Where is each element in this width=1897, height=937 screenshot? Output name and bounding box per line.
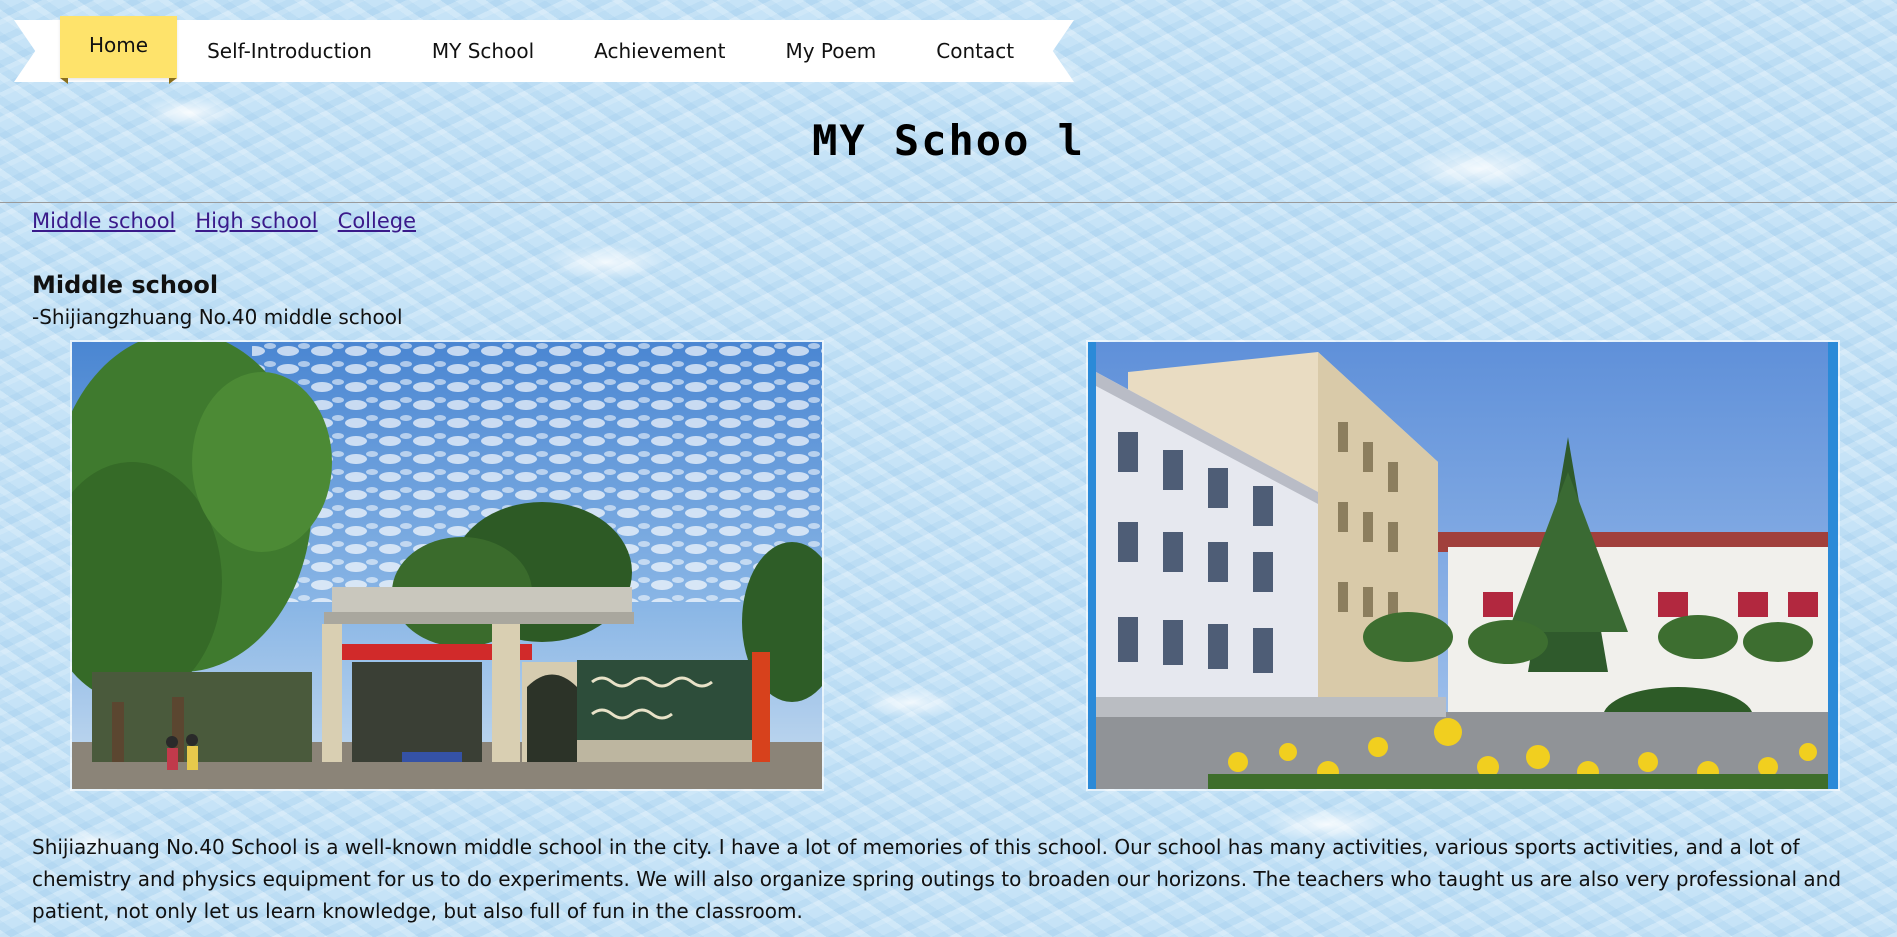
section-subtitle: -Shijiangzhuang No.40 middle school bbox=[32, 305, 403, 329]
school-building-photo bbox=[1086, 340, 1840, 791]
nav-item-self-introduction[interactable]: Self-Introduction bbox=[177, 20, 402, 82]
nav-item-achievement[interactable]: Achievement bbox=[564, 20, 755, 82]
school-description: Shijiazhuang No.40 School is a well-know… bbox=[32, 835, 1842, 923]
nav-item-my-poem[interactable]: My Poem bbox=[755, 20, 906, 82]
subnav-link-middle-school[interactable]: Middle school bbox=[32, 209, 175, 233]
page-title: MY Schoo l bbox=[812, 116, 1085, 165]
nav-item-home[interactable]: Home bbox=[60, 16, 178, 84]
section-heading: Middle school bbox=[32, 271, 219, 299]
nav-items: Home Self-Introduction MY School Achieve… bbox=[60, 16, 1044, 84]
title-divider bbox=[0, 202, 1897, 203]
nav-item-my-school[interactable]: MY School bbox=[402, 20, 564, 82]
nav-item-contact[interactable]: Contact bbox=[906, 20, 1044, 82]
main-nav: Home Self-Introduction MY School Achieve… bbox=[0, 16, 1095, 84]
subnav-link-high-school[interactable]: High school bbox=[195, 209, 317, 233]
school-gate-photo bbox=[70, 340, 824, 791]
subnav-link-college[interactable]: College bbox=[338, 209, 416, 233]
school-subnav: Middle school High school College bbox=[32, 209, 416, 233]
